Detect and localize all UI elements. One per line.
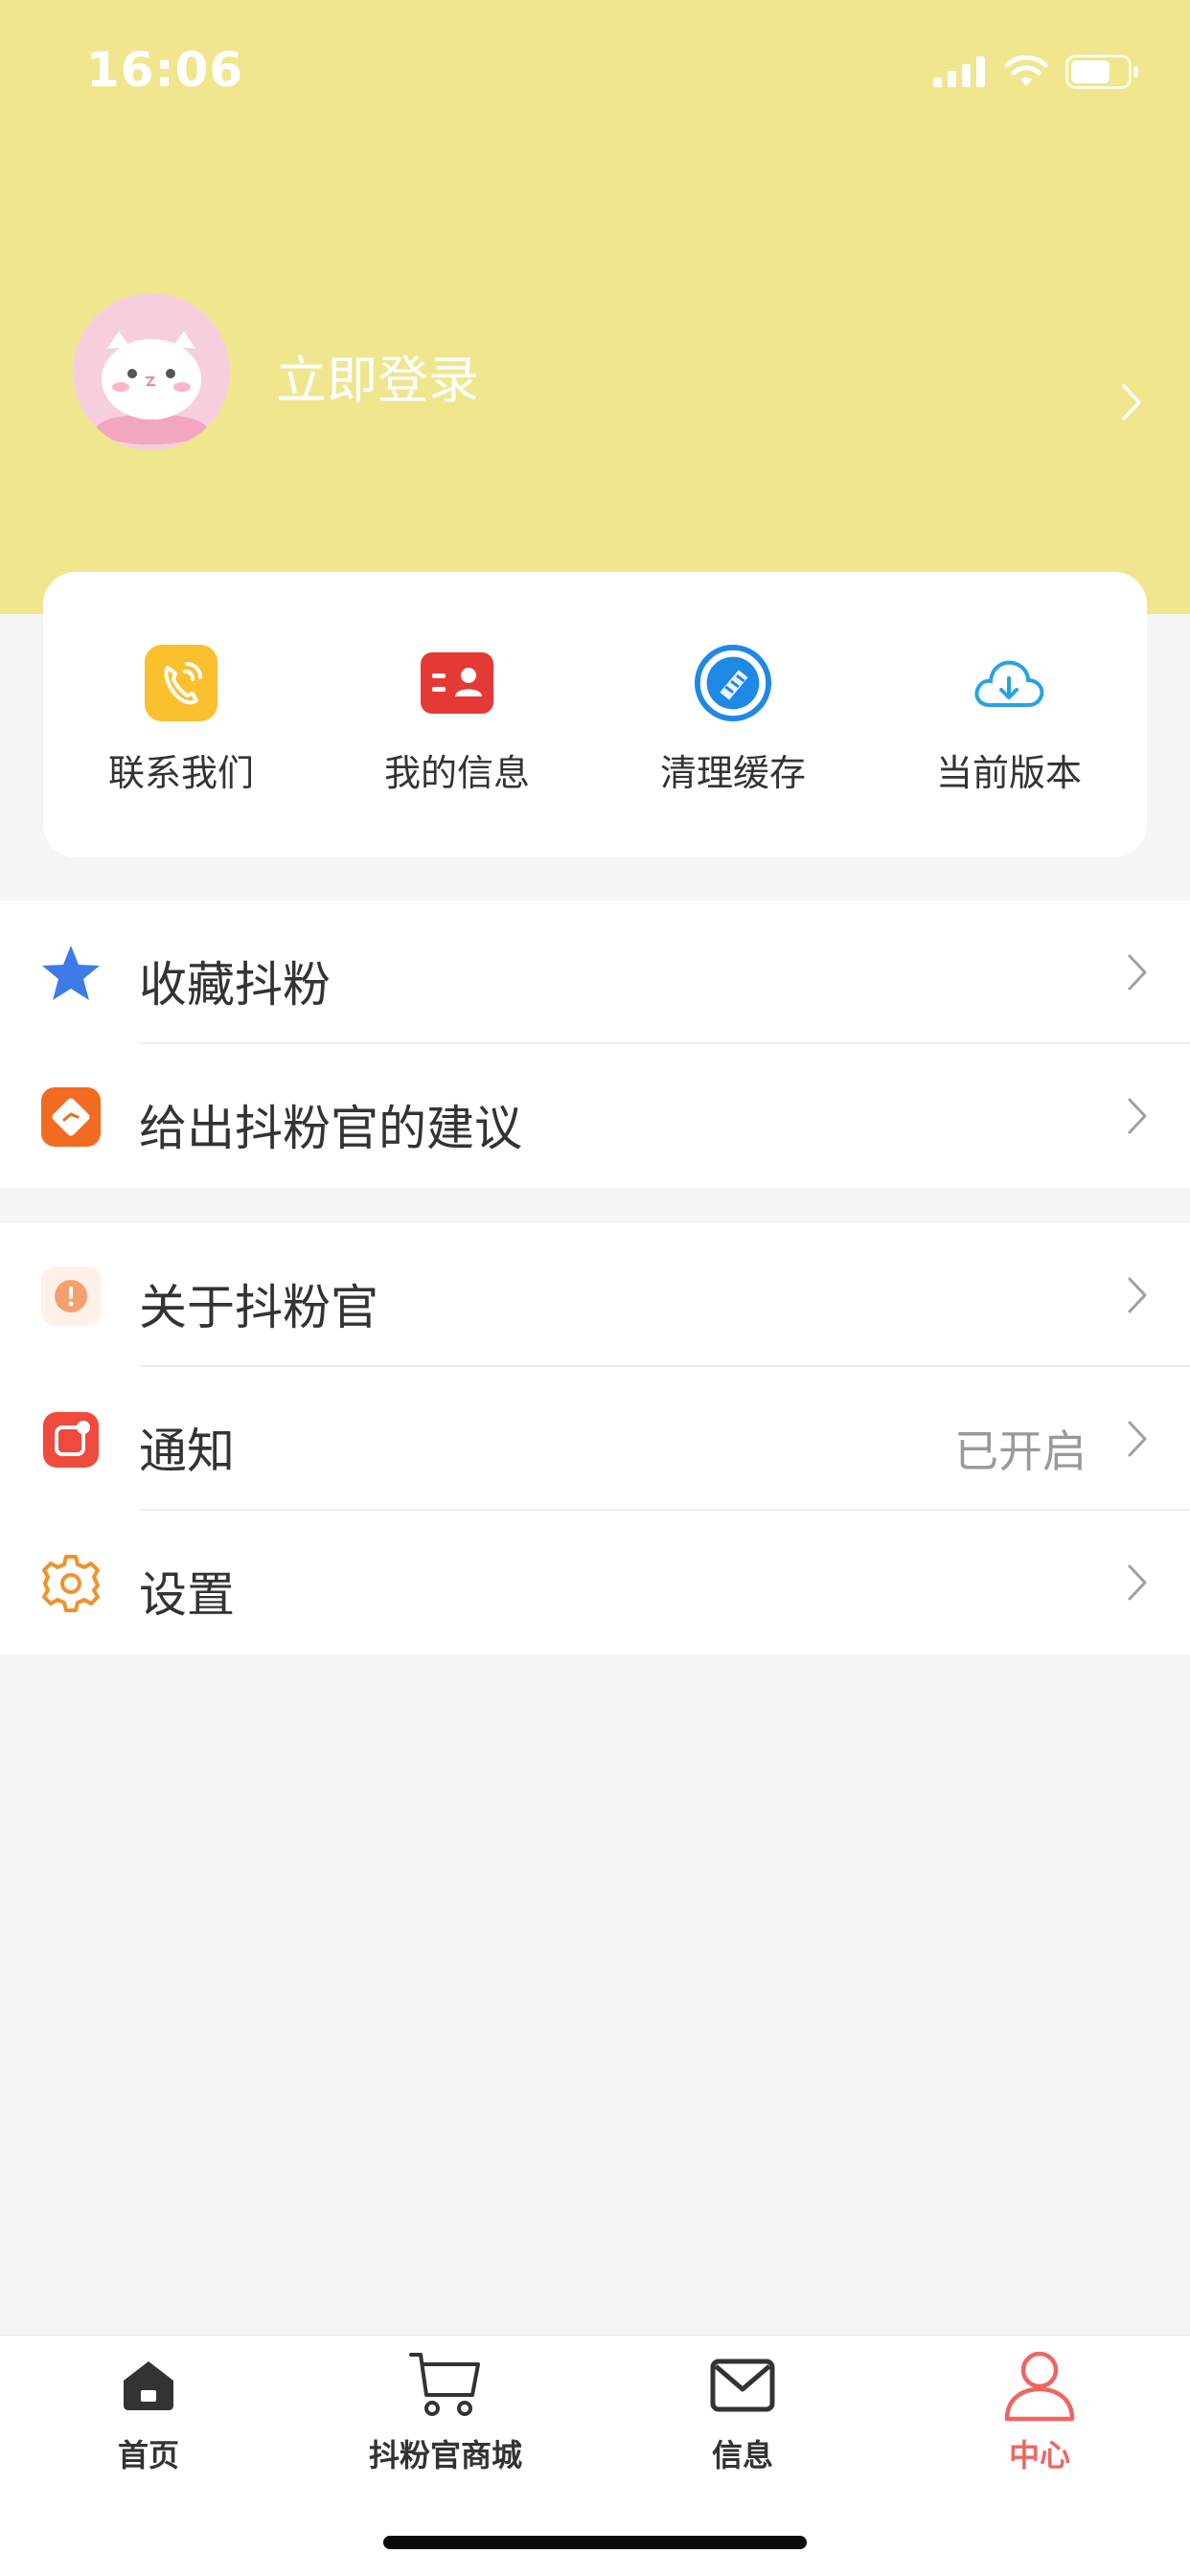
menu-row-label: 收藏抖粉 — [139, 957, 331, 1013]
status-icons — [933, 48, 1140, 96]
star-icon — [40, 943, 102, 1004]
home-icon — [105, 2347, 192, 2424]
chevron-right-icon — [1127, 1097, 1148, 1139]
quick-action-version[interactable]: 当前版本 — [871, 572, 1147, 857]
quick-actions-card: 联系我们 我的信息 清理缓存 当前版本 — [43, 572, 1147, 857]
chevron-right-icon — [1127, 953, 1148, 995]
tab-messages[interactable]: 信息 — [594, 2336, 891, 2489]
mail-icon — [699, 2347, 786, 2424]
status-time: 16:06 — [86, 42, 244, 98]
quick-action-label: 我的信息 — [383, 752, 530, 794]
user-icon — [996, 2347, 1083, 2424]
menu-row-favorites[interactable]: 收藏抖粉 — [0, 900, 1190, 1044]
login-link[interactable]: 立即登录 — [276, 340, 479, 413]
menu-row-label: 设置 — [139, 1567, 235, 1623]
quick-action-contact[interactable]: 联系我们 — [43, 572, 319, 857]
quick-action-my-info[interactable]: 我的信息 — [319, 572, 595, 857]
quick-action-clear-cache[interactable]: 清理缓存 — [595, 572, 871, 857]
chevron-right-icon — [1127, 1563, 1148, 1606]
profile-header: 16:06 立即登录 — [0, 0, 1190, 614]
tab-label: 中心 — [1008, 2437, 1070, 2473]
notification-status: 已开启 — [954, 1425, 1087, 1477]
wifi-icon — [1004, 56, 1048, 86]
avatar[interactable] — [73, 293, 230, 450]
quick-action-label: 联系我们 — [107, 752, 254, 794]
menu-row-label: 通知 — [139, 1424, 235, 1479]
tab-label: 抖粉官商城 — [368, 2437, 522, 2473]
menu-row-notification[interactable]: 通知 已开启 — [0, 1367, 1190, 1511]
cart-icon — [402, 2347, 489, 2424]
quick-action-label: 当前版本 — [935, 752, 1082, 794]
cat-avatar-icon — [73, 293, 230, 450]
tab-center[interactable]: 中心 — [891, 2336, 1188, 2489]
signal-icon — [933, 57, 985, 87]
menu-row-about[interactable]: 关于抖粉官 — [0, 1223, 1190, 1367]
tab-shop[interactable]: 抖粉官商城 — [297, 2336, 594, 2489]
menu-section-favorites: 收藏抖粉 给出抖粉官的建议 — [0, 900, 1190, 1188]
home-indicator — [383, 2536, 807, 2549]
notification-icon — [40, 1409, 102, 1470]
info-icon — [40, 1265, 102, 1327]
tab-home[interactable]: 首页 — [0, 2336, 297, 2489]
menu-section-settings: 关于抖粉官 通知 已开启 设置 — [0, 1223, 1190, 1654]
chevron-right-icon — [1127, 1420, 1148, 1462]
tab-label: 首页 — [117, 2437, 179, 2473]
gear-icon — [40, 1553, 102, 1614]
menu-row-label: 给出抖粉官的建议 — [139, 1101, 522, 1156]
feedback-icon — [40, 1086, 102, 1148]
tab-label: 信息 — [711, 2437, 773, 2473]
menu-row-settings[interactable]: 设置 — [0, 1511, 1190, 1654]
menu-row-label: 关于抖粉官 — [139, 1280, 378, 1335]
phone-icon — [142, 644, 220, 722]
id-card-icon — [418, 644, 496, 722]
broom-icon — [694, 644, 772, 722]
quick-action-label: 清理缓存 — [659, 752, 806, 794]
cloud-download-icon — [970, 644, 1048, 722]
battery-icon — [1065, 55, 1138, 89]
menu-row-feedback[interactable]: 给出抖粉官的建议 — [0, 1044, 1190, 1188]
chevron-right-icon — [1127, 1276, 1148, 1318]
status-bar: 16:06 — [0, 0, 1190, 134]
chevron-right-icon[interactable] — [1121, 383, 1142, 425]
